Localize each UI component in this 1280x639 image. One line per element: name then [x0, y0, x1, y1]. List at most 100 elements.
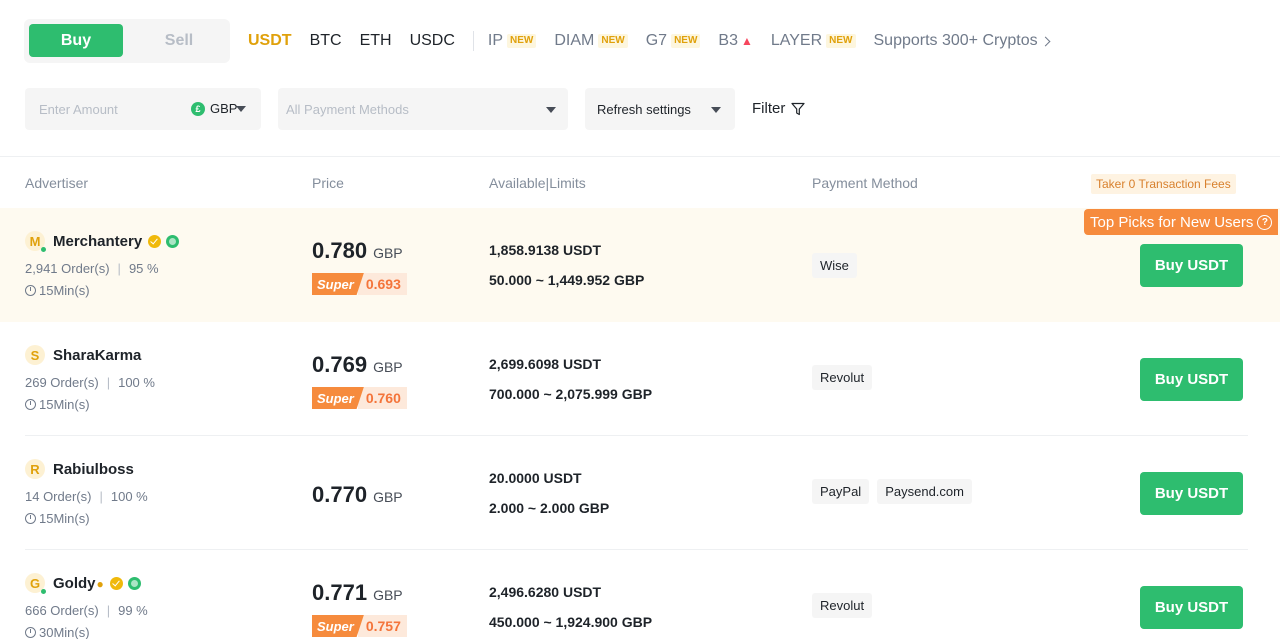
amount-field: £ GBP	[25, 88, 261, 130]
buy-tab[interactable]: Buy	[29, 24, 123, 57]
caret-down-icon	[711, 107, 721, 113]
taker-fee-badge: Taker 0 Transaction Fees	[1091, 174, 1236, 194]
supports-more-link[interactable]: Supports 300+ Cryptos	[874, 32, 1051, 50]
tab-b3[interactable]: B3 ▲	[718, 32, 752, 50]
tab-usdc[interactable]: USDC	[410, 32, 455, 50]
tab-layer[interactable]: LAYER NEW	[771, 32, 856, 50]
advertiser-name[interactable]: Merchantery	[53, 233, 180, 250]
pay-time-label: 15Min(s)	[39, 511, 90, 526]
amount-input[interactable]	[25, 88, 165, 130]
pay-time-label: 15Min(s)	[39, 283, 90, 298]
buy-usdt-button[interactable]: Buy USDT	[1140, 358, 1243, 401]
payment-methods: Wise	[812, 253, 865, 278]
pay-time: 15Min(s)	[25, 397, 90, 412]
funnel-icon	[791, 102, 805, 115]
completion-rate: 100 %	[110, 489, 148, 504]
medal-icon: ●	[96, 576, 104, 591]
caret-down-icon[interactable]	[236, 106, 246, 112]
price-value: 0.780	[312, 238, 368, 263]
stat-separator: |	[106, 603, 111, 618]
avatar[interactable]: R	[25, 459, 45, 479]
caret-down-icon	[546, 107, 556, 113]
super-tag: Super	[312, 615, 364, 637]
order-stats: 269 Order(s) | 100 %	[25, 375, 155, 390]
advertiser-name[interactable]: SharaKarma	[53, 347, 141, 364]
top-picks-banner[interactable]: Top Picks for New Users?	[1084, 209, 1279, 235]
pay-time-label: 30Min(s)	[39, 625, 90, 639]
new-badge: NEW	[671, 34, 701, 48]
header-available-limits: Available|Limits	[489, 175, 586, 191]
pay-time: 15Min(s)	[25, 283, 90, 298]
refresh-settings-select[interactable]: Refresh settings	[585, 88, 735, 130]
tab-usdt[interactable]: USDT	[248, 32, 292, 50]
payment-tag: Wise	[812, 253, 857, 278]
pay-time: 15Min(s)	[25, 511, 90, 526]
payment-methods: Revolut	[812, 593, 880, 618]
stat-separator: |	[117, 261, 121, 276]
order-limits: 2.000 ~ 2.000 GBP	[489, 500, 610, 516]
tab-diam[interactable]: DIAM NEW	[554, 32, 628, 50]
chat-icon	[127, 577, 141, 590]
currency-select[interactable]: £ GBP	[191, 101, 237, 116]
order-stats: 14 Order(s) | 100 %	[25, 489, 148, 504]
payment-tag: Revolut	[812, 365, 873, 390]
order-count: 269 Order(s)	[25, 375, 99, 390]
price-value: 0.770	[312, 482, 368, 507]
chat-icon	[166, 235, 180, 248]
order-stats: 666 Order(s) | 99 %	[25, 603, 148, 618]
header-advertiser: Advertiser	[25, 175, 89, 191]
refresh-settings-label: Refresh settings	[597, 102, 691, 117]
tab-eth[interactable]: ETH	[360, 32, 392, 50]
payment-method-select[interactable]: All Payment Methods	[278, 88, 568, 130]
advertiser-name[interactable]: Goldy ●	[53, 575, 141, 592]
super-tag: Super	[312, 387, 364, 409]
advertiser-name-label: Merchantery	[53, 233, 143, 250]
top-bar: Buy Sell USDT BTC ETH USDC IP NEW DIAM NEW…	[0, 0, 1280, 80]
tab-g7[interactable]: G7 NEW	[646, 32, 701, 50]
pound-icon: £	[191, 101, 205, 116]
chevron-right-icon	[1040, 36, 1051, 46]
price: 0.780 GBP	[312, 238, 403, 264]
order-limits: 50.000 ~ 1,449.952 GBP	[489, 272, 645, 288]
header-price: Price	[312, 175, 344, 191]
advertiser-name-label: Goldy	[53, 575, 96, 592]
advertiser-name-label: Rabiulboss	[53, 461, 134, 478]
help-icon[interactable]: ?	[1257, 214, 1273, 230]
payment-method-placeholder: All Payment Methods	[286, 102, 409, 117]
buy-usdt-button[interactable]: Buy USDT	[1140, 472, 1243, 515]
available-amount: 2,496.6280 USDT	[489, 584, 602, 600]
sell-tab[interactable]: Sell	[132, 24, 226, 57]
super-price: Super 0.757	[312, 615, 407, 637]
order-count: 14 Order(s)	[25, 489, 92, 504]
super-tag: Super	[312, 273, 364, 295]
buy-usdt-button[interactable]: Buy USDT	[1140, 244, 1243, 287]
advertiser-name[interactable]: Rabiulboss	[53, 461, 134, 478]
divider	[0, 156, 1280, 157]
payment-tag: Paysend.com	[877, 479, 972, 504]
payment-methods: PayPal Paysend.com	[812, 479, 980, 504]
pay-time-label: 15Min(s)	[39, 397, 90, 412]
filter-button[interactable]: Filter	[752, 100, 805, 117]
clock-icon	[25, 399, 36, 410]
tab-separator	[472, 31, 474, 51]
avatar[interactable]: S	[25, 345, 45, 365]
verified-badge-icon	[148, 235, 162, 248]
buy-usdt-button[interactable]: Buy USDT	[1140, 586, 1243, 629]
top-picks-label: Top Picks for New Users	[1090, 213, 1254, 231]
tab-btc[interactable]: BTC	[310, 32, 342, 50]
fire-icon: ▲	[740, 34, 753, 48]
new-badge: NEW	[598, 34, 628, 48]
tab-g7-label: G7	[645, 32, 668, 49]
available-amount: 2,699.6098 USDT	[489, 356, 602, 372]
completion-rate: 95 %	[128, 261, 159, 276]
header-payment-method: Payment Method	[812, 175, 918, 191]
table-header: Advertiser Price Available|Limits Paymen…	[0, 172, 1280, 196]
buy-sell-toggle: Buy Sell	[24, 19, 230, 63]
tab-ip[interactable]: IP NEW	[488, 32, 537, 50]
super-price-value: 0.760	[357, 387, 407, 409]
online-status-dot	[41, 589, 46, 594]
super-price-value: 0.693	[357, 273, 407, 295]
price-currency: GBP	[373, 489, 403, 505]
order-count: 666 Order(s)	[25, 603, 99, 618]
crypto-tabs: USDT BTC ETH USDC IP NEW DIAM NEW G7 NEW B3…	[248, 30, 1067, 52]
